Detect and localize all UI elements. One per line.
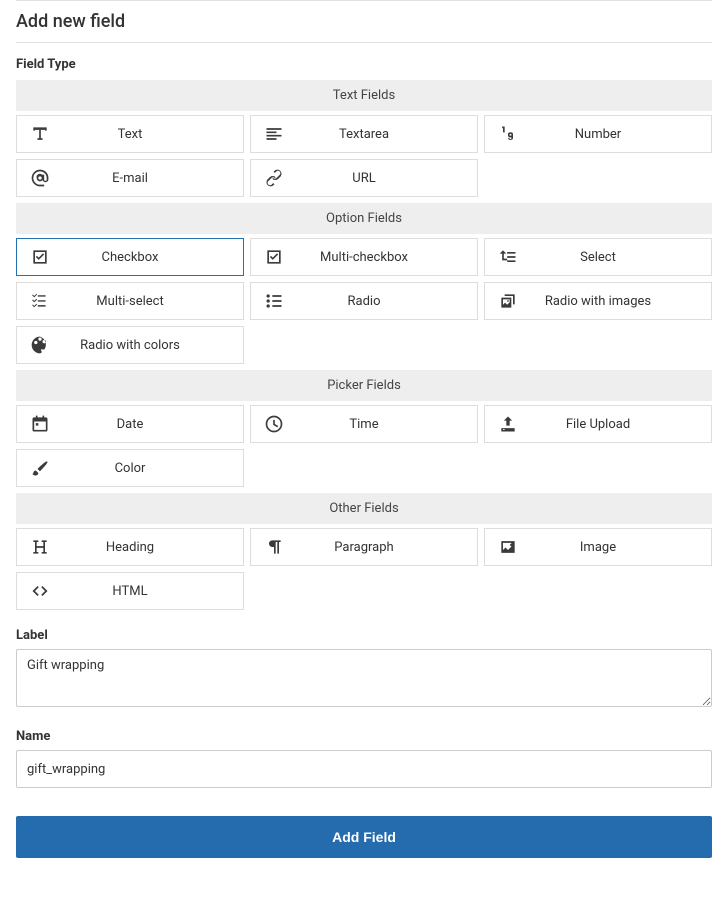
group-header-option: Option Fields	[16, 203, 712, 234]
field-type-url[interactable]: URL	[250, 159, 478, 197]
tile-grid-option: Checkbox Multi-checkbox Select Multi-select…	[16, 238, 712, 364]
field-type-fileupload[interactable]: File Upload	[484, 405, 712, 443]
field-type-label-color: Color	[63, 461, 243, 476]
calendar-icon	[17, 414, 63, 434]
field-type-radioimages[interactable]: Radio with images	[484, 282, 712, 320]
lines-left-icon	[251, 124, 297, 144]
group-text: Text Fields Text Textarea Number E-mail URL	[16, 80, 712, 197]
field-type-multiselect[interactable]: Multi-select	[16, 282, 244, 320]
palette-icon	[17, 335, 63, 355]
code-icon	[17, 581, 63, 601]
field-type-html[interactable]: HTML	[16, 572, 244, 610]
field-type-label-textarea: Textarea	[297, 127, 477, 142]
field-type-date[interactable]: Date	[16, 405, 244, 443]
field-type-label-radio: Radio	[297, 294, 477, 309]
page-title: Add new field	[16, 11, 712, 32]
label-field-label: Label	[16, 628, 712, 643]
field-type-label-date: Date	[63, 417, 243, 432]
field-type-checkbox[interactable]: Checkbox	[16, 238, 244, 276]
field-type-image[interactable]: Image	[484, 528, 712, 566]
field-type-multicheckbox[interactable]: Multi-checkbox	[250, 238, 478, 276]
name-field-label: Name	[16, 729, 712, 744]
field-type-radiocolors[interactable]: Radio with colors	[16, 326, 244, 364]
field-type-text[interactable]: Text	[16, 115, 244, 153]
add-field-button[interactable]: Add Field	[16, 816, 712, 858]
field-type-label-number: Number	[531, 127, 711, 142]
font-icon	[17, 124, 63, 144]
field-type-email[interactable]: E-mail	[16, 159, 244, 197]
pilcrow-icon	[251, 537, 297, 557]
field-type-label-select: Select	[531, 250, 711, 265]
group-header-picker: Picker Fields	[16, 370, 712, 401]
field-type-label-text: Text	[63, 127, 243, 142]
field-type-label-multicheckbox: Multi-checkbox	[297, 250, 477, 265]
field-type-label: Field Type	[16, 57, 712, 72]
at-icon	[17, 168, 63, 188]
field-type-label-time: Time	[297, 417, 477, 432]
field-type-heading[interactable]: Heading	[16, 528, 244, 566]
field-type-textarea[interactable]: Textarea	[250, 115, 478, 153]
field-type-label-email: E-mail	[63, 171, 243, 186]
checklist-icon	[17, 291, 63, 311]
group-header-text: Text Fields	[16, 80, 712, 111]
field-type-radio[interactable]: Radio	[250, 282, 478, 320]
brush-icon	[17, 458, 63, 478]
image-icon	[485, 537, 531, 557]
group-header-other: Other Fields	[16, 493, 712, 524]
bullet-list-icon	[251, 291, 297, 311]
group-other: Other Fields Heading Paragraph Image HTML	[16, 493, 712, 610]
field-type-label-paragraph: Paragraph	[297, 540, 477, 555]
field-type-label-html: HTML	[63, 584, 243, 599]
field-type-label-url: URL	[297, 171, 477, 186]
field-type-number[interactable]: Number	[484, 115, 712, 153]
field-type-label-multiselect: Multi-select	[63, 294, 243, 309]
select-icon	[485, 247, 531, 267]
name-input[interactable]	[16, 750, 712, 788]
field-type-time[interactable]: Time	[250, 405, 478, 443]
tile-grid-picker: Date Time File Upload Color	[16, 405, 712, 487]
heading-icon	[17, 537, 63, 557]
field-type-paragraph[interactable]: Paragraph	[250, 528, 478, 566]
field-type-label-radioimages: Radio with images	[531, 294, 711, 309]
label-input[interactable]	[16, 649, 712, 707]
field-type-select[interactable]: Select	[484, 238, 712, 276]
group-picker: Picker Fields Date Time File Upload Color	[16, 370, 712, 487]
group-option: Option Fields Checkbox Multi-checkbox Selec…	[16, 203, 712, 364]
checkbox-icon	[17, 247, 63, 267]
tile-grid-text: Text Textarea Number E-mail URL	[16, 115, 712, 197]
field-type-color[interactable]: Color	[16, 449, 244, 487]
one-nine-icon	[485, 124, 531, 144]
field-type-label-checkbox: Checkbox	[63, 250, 243, 265]
field-type-label-heading: Heading	[63, 540, 243, 555]
field-type-label-image: Image	[531, 540, 711, 555]
field-type-label-fileupload: File Upload	[531, 417, 711, 432]
link-icon	[251, 168, 297, 188]
upload-icon	[485, 414, 531, 434]
images-icon	[485, 291, 531, 311]
field-type-label-radiocolors: Radio with colors	[63, 338, 243, 353]
checkbox-icon	[251, 247, 297, 267]
tile-grid-other: Heading Paragraph Image HTML	[16, 528, 712, 610]
clock-icon	[251, 414, 297, 434]
page-header: Add new field	[16, 0, 712, 43]
